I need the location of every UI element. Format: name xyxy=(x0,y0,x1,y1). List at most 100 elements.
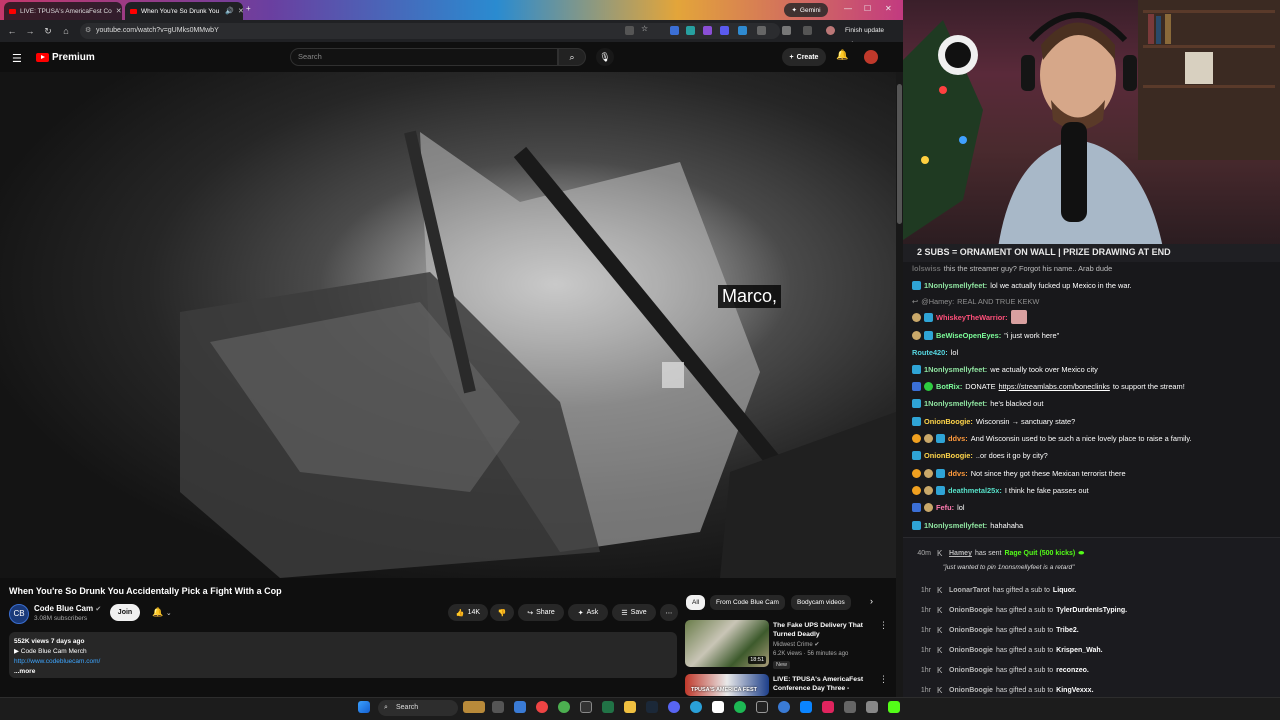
chat-username[interactable]: 1Nonlysmellyfeet: xyxy=(924,520,987,531)
extension-icon[interactable] xyxy=(670,26,679,35)
recommendation-title[interactable]: The Fake UPS Delivery That Turned Deadly xyxy=(773,621,873,639)
chat-username[interactable]: Route420: xyxy=(912,347,948,358)
chat-link[interactable]: https://streamlabs.com/boneclinks xyxy=(999,381,1110,392)
close-window-icon[interactable]: ✕ xyxy=(885,4,892,13)
event-target[interactable]: Tribe2. xyxy=(1056,627,1079,634)
snipping-tool-icon[interactable] xyxy=(844,701,856,713)
event-target[interactable]: Krispen_Wah. xyxy=(1056,647,1102,654)
search-button[interactable]: ⌕ xyxy=(558,48,586,66)
notifications-bell-icon[interactable]: 🔔 xyxy=(836,50,848,61)
event-user[interactable]: OnionBoogie xyxy=(949,607,993,614)
chat-username[interactable]: OnionBoogie: xyxy=(924,416,973,427)
file-explorer-icon[interactable] xyxy=(624,701,636,713)
close-tab-icon[interactable]: ✕ xyxy=(116,7,122,15)
event-user[interactable]: OnionBoogie xyxy=(949,687,993,694)
finish-update-button[interactable]: Finish update ⋮ xyxy=(845,24,893,48)
scrollbar-thumb[interactable] xyxy=(897,84,902,224)
extension-icon[interactable] xyxy=(686,26,695,35)
chevron-right-icon[interactable]: › xyxy=(870,596,873,606)
reload-icon[interactable]: ↻ xyxy=(39,26,57,37)
bookmark-star-icon[interactable]: ☆ xyxy=(641,24,650,33)
dislike-button[interactable]: 👎 xyxy=(490,604,514,621)
obs-icon[interactable] xyxy=(712,701,724,713)
extensions-puzzle-icon[interactable] xyxy=(757,26,766,35)
app-icon[interactable] xyxy=(756,701,768,713)
chat-username[interactable]: Fefu: xyxy=(936,502,954,513)
recommendation-menu-icon[interactable]: ⋮ xyxy=(879,620,888,631)
recommendation-thumbnail[interactable]: TPUSA'S AMERICA FEST xyxy=(685,674,769,696)
chat-username[interactable]: @Hamey: xyxy=(921,296,954,307)
edge-icon[interactable] xyxy=(690,701,702,713)
maximize-icon[interactable]: ☐ xyxy=(864,4,871,13)
minimize-icon[interactable]: — xyxy=(844,4,852,13)
app-icon[interactable] xyxy=(514,701,526,713)
extension-icon[interactable] xyxy=(720,26,729,35)
channel-avatar[interactable]: CB xyxy=(9,604,29,624)
app-icon[interactable] xyxy=(580,701,592,713)
chat-username[interactable]: 1Nonlysmellyfeet: xyxy=(924,398,987,409)
more-actions-button[interactable]: ⋯ xyxy=(660,604,678,621)
event-user[interactable]: LoonarTarot xyxy=(949,587,990,594)
like-button[interactable]: 👍 14K xyxy=(448,604,488,621)
channel-name[interactable]: Code Blue Cam ✔ xyxy=(34,604,101,613)
recommendation-title[interactable]: LIVE: TPUSA's AmericaFest Conference Day… xyxy=(773,675,873,693)
event-user[interactable]: Hamey xyxy=(949,550,972,557)
install-icon[interactable] xyxy=(625,26,634,35)
home-icon[interactable]: ⌂ xyxy=(57,26,75,36)
chat-username[interactable]: ddvs: xyxy=(948,468,968,479)
chat-username[interactable]: OnionBoogie: xyxy=(924,450,973,461)
chip-all[interactable]: All xyxy=(686,595,706,610)
site-info-icon[interactable]: ⚙ xyxy=(85,26,91,34)
steam-icon[interactable] xyxy=(646,701,658,713)
chip-bodycam[interactable]: Bodycam videos xyxy=(791,595,851,610)
chat-username[interactable]: deathmetal25x: xyxy=(948,485,1002,496)
voice-search-button[interactable]: 🎙 xyxy=(596,48,614,66)
widgets-icon[interactable] xyxy=(463,701,485,713)
gemini-button[interactable]: ✦ Gemini xyxy=(784,3,828,17)
app-icon[interactable] xyxy=(866,701,878,713)
event-user[interactable]: OnionBoogie xyxy=(949,627,993,634)
app-icon[interactable] xyxy=(800,701,812,713)
chat-username[interactable]: BotRix: xyxy=(936,381,962,392)
app-icon[interactable] xyxy=(778,701,790,713)
tab-tpusa[interactable]: LIVE: TPUSA's AmericaFest Co ✕ xyxy=(4,2,122,20)
account-avatar[interactable] xyxy=(864,50,878,64)
kick-app-icon[interactable] xyxy=(888,701,900,713)
event-target[interactable]: KingVexxx. xyxy=(1056,687,1093,694)
youtube-logo[interactable]: Premium xyxy=(36,52,95,63)
recommendation-menu-icon[interactable]: ⋮ xyxy=(879,674,888,685)
recommendation-thumbnail[interactable]: 18:51 xyxy=(685,620,769,667)
spotify-icon[interactable] xyxy=(734,701,746,713)
search-input[interactable]: Search xyxy=(290,48,558,66)
page-scrollbar[interactable] xyxy=(896,72,903,697)
event-target[interactable]: TylerDurdenIsTyping. xyxy=(1056,607,1127,614)
excel-icon[interactable] xyxy=(602,701,614,713)
chat-username[interactable]: lolswiss xyxy=(912,263,941,274)
event-target[interactable]: reconzeo. xyxy=(1056,667,1089,674)
event-user[interactable]: OnionBoogie xyxy=(949,667,993,674)
save-button[interactable]: ☰ Save xyxy=(612,604,656,621)
maps-pin-icon[interactable] xyxy=(822,701,834,713)
create-button[interactable]: + Create xyxy=(782,48,826,66)
chat-username[interactable]: ddvs: xyxy=(948,433,968,444)
chrome-icon[interactable] xyxy=(558,701,570,713)
extension-icon[interactable] xyxy=(738,26,747,35)
event-target[interactable]: Liquor. xyxy=(1053,587,1076,594)
ask-button[interactable]: ✦ Ask xyxy=(568,604,608,621)
hamburger-menu-icon[interactable]: ☰ xyxy=(12,52,22,65)
chat-username[interactable]: BeWiseOpenEyes: xyxy=(936,330,1001,341)
event-user[interactable]: OnionBoogie xyxy=(949,647,993,654)
chip-from-channel[interactable]: From Code Blue Cam xyxy=(710,595,785,610)
back-icon[interactable]: ← xyxy=(3,26,21,36)
chrome-icon[interactable] xyxy=(536,701,548,713)
new-tab-icon[interactable]: + xyxy=(246,4,251,13)
share-button[interactable]: ↪ Share xyxy=(518,604,564,621)
taskbar-search[interactable]: ⌕ Search xyxy=(378,700,458,716)
show-more-link[interactable]: ...more xyxy=(14,667,672,677)
profile-avatar[interactable] xyxy=(826,26,835,35)
chat-username[interactable]: WhiskeyTheWarrior: xyxy=(936,312,1008,323)
subscribed-bell-button[interactable]: 🔔 ⌄ xyxy=(146,604,178,621)
video-player[interactable]: Marco, xyxy=(0,72,896,578)
forward-icon[interactable]: → xyxy=(21,26,39,36)
description-link[interactable]: http://www.codebluecam.com/ xyxy=(14,657,672,667)
